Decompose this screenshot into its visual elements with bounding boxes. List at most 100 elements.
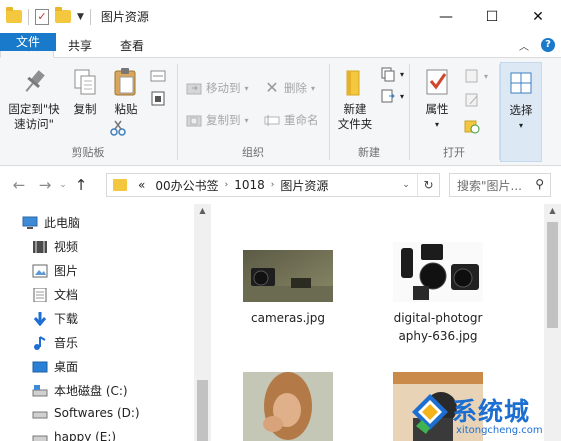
file-item[interactable]: digital-photogr aphy-636.jpg — [377, 242, 499, 345]
folder-icon — [113, 179, 127, 191]
nav-item-drive-d[interactable]: Softwares (D:) — [32, 406, 140, 420]
scroll-up-icon[interactable]: ▲ — [544, 206, 561, 215]
nav-item-label: happy (E:) — [54, 430, 117, 441]
drive-icon — [32, 430, 48, 441]
pin-to-quick-access-button[interactable]: 固定到"快 速访问" — [4, 66, 64, 132]
tab-share[interactable]: 共享 — [54, 33, 106, 57]
pc-icon — [22, 216, 38, 230]
nav-item-drive-e[interactable]: happy (E:) — [32, 430, 116, 441]
organize-group-label: 组织 — [242, 146, 264, 159]
nav-item-this-pc[interactable]: 此电脑 — [22, 214, 80, 231]
scissors-icon — [110, 120, 126, 136]
minimize-button[interactable]: — — [423, 0, 469, 33]
file-name-line1: digital-photogr — [393, 311, 483, 325]
scrollbar-thumb[interactable] — [547, 222, 558, 328]
properties-button[interactable]: 属性 ▾ — [416, 66, 458, 132]
properties-icon — [421, 66, 453, 98]
search-icon[interactable]: ⚲ — [535, 177, 544, 191]
nav-item-label: 视频 — [54, 240, 79, 254]
nav-item-desktop[interactable]: 桌面 — [32, 358, 78, 375]
back-button[interactable]: ← — [8, 176, 30, 194]
divider — [28, 8, 29, 25]
forward-button[interactable]: → — [34, 176, 56, 194]
customize-toolbar-dropdown-icon[interactable]: ▼ — [77, 12, 84, 22]
new-folder-label-line2: 文件夹 — [337, 117, 373, 131]
paste-label: 粘贴 — [114, 102, 138, 116]
address-history-dropdown[interactable]: ⌄ — [397, 174, 415, 196]
paste-button[interactable]: 粘贴 — [108, 66, 144, 117]
tab-file[interactable]: 文件 — [0, 33, 56, 51]
scroll-up-icon[interactable]: ▲ — [194, 206, 211, 215]
copy-icon — [69, 66, 101, 98]
new-folder-quick-icon[interactable] — [55, 7, 71, 23]
music-icon — [32, 335, 48, 350]
copy-label: 复制 — [73, 102, 97, 116]
documents-icon — [32, 287, 48, 302]
chevron-down-icon: ▾ — [400, 69, 405, 79]
copy-path-button[interactable] — [150, 68, 166, 84]
move-to-button[interactable]: 移动到 ▾ — [186, 80, 249, 96]
history-button[interactable] — [464, 118, 480, 134]
window-title: 图片资源 — [100, 10, 149, 24]
easy-access-button[interactable]: ▾ — [380, 88, 404, 104]
ribbon: 固定到"快 速访问" 复制 粘贴 剪贴板 移动到 ▾ 复制到 ▾ ✕ 删除 ▾ … — [0, 58, 561, 166]
paste-shortcut-button[interactable] — [150, 90, 166, 106]
breadcrumb-overflow[interactable]: « — [133, 178, 150, 192]
help-icon[interactable]: ? — [541, 38, 555, 52]
nav-item-videos[interactable]: 视频 — [32, 238, 78, 255]
nav-item-label: 本地磁盘 (C:) — [54, 384, 128, 398]
tab-view[interactable]: 查看 — [106, 33, 158, 57]
new-folder-label-line1: 新建 — [343, 102, 367, 116]
easy-access-icon — [380, 88, 396, 104]
chevron-down-icon: ▾ — [244, 83, 249, 93]
search-input[interactable]: 搜索"图片... ⚲ — [449, 173, 551, 197]
pin-label-line2: 速访问" — [14, 117, 54, 131]
recent-locations-dropdown[interactable]: ⌄ — [56, 180, 70, 190]
nav-item-drive-c[interactable]: 本地磁盘 (C:) — [32, 382, 128, 399]
chevron-down-icon: ▾ — [434, 120, 439, 129]
copy-to-button[interactable]: 复制到 ▾ — [186, 112, 249, 128]
copy-button[interactable]: 复制 — [66, 66, 104, 117]
file-thumbnail — [243, 372, 333, 441]
download-icon — [32, 311, 48, 326]
file-item[interactable] — [227, 372, 349, 441]
open-icon — [464, 68, 480, 84]
nav-item-downloads[interactable]: 下载 — [32, 310, 78, 327]
refresh-icon[interactable]: ↻ — [417, 174, 439, 196]
nav-item-music[interactable]: 音乐 — [32, 334, 78, 351]
pin-label-line1: 固定到"快 — [8, 102, 60, 116]
nav-scrollbar[interactable]: ▲ — [194, 204, 211, 441]
breadcrumb-item[interactable]: 1018 — [229, 178, 270, 192]
new-group: 新建 文件夹 ▾ ▾ 新建 — [330, 62, 408, 162]
desktop-icon — [32, 360, 48, 374]
select-button[interactable]: 选择 ▾ — [503, 67, 539, 133]
new-group-label: 新建 — [358, 146, 380, 159]
collapse-ribbon-icon[interactable]: ︿ — [519, 38, 529, 53]
file-item[interactable]: cameras.jpg — [227, 250, 349, 327]
rename-label: 重命名 — [284, 113, 319, 127]
delete-button[interactable]: ✕ 删除 ▾ — [264, 80, 315, 96]
breadcrumb-item[interactable]: 图片资源 — [275, 177, 333, 194]
cut-button[interactable] — [110, 120, 126, 136]
nav-item-documents[interactable]: 文档 — [32, 286, 78, 303]
new-item-button[interactable]: ▾ — [380, 66, 404, 82]
edit-button[interactable] — [464, 92, 480, 108]
chevron-down-icon: ▾ — [400, 91, 405, 101]
clipboard-group: 固定到"快 速访问" 复制 粘贴 剪贴板 — [0, 62, 176, 162]
breadcrumb-item[interactable]: 00办公书签 — [150, 177, 223, 194]
open-button[interactable]: ▾ — [464, 68, 488, 84]
nav-item-label: 下载 — [54, 312, 79, 326]
address-bar[interactable]: « 00办公书签 › 1018 › 图片资源 ⌄ ↻ — [106, 173, 440, 197]
up-button[interactable]: ↑ — [70, 176, 92, 194]
copy-path-icon — [150, 68, 166, 84]
scrollbar-thumb[interactable] — [197, 380, 208, 441]
properties-check-icon[interactable]: ✓ — [35, 8, 49, 25]
chevron-down-icon: ▾ — [244, 115, 249, 125]
new-folder-button[interactable]: 新建 文件夹 — [332, 66, 378, 132]
rename-button[interactable]: 重命名 — [264, 112, 319, 128]
file-thumbnail — [243, 250, 333, 302]
nav-item-pictures[interactable]: 图片 — [32, 262, 78, 279]
close-button[interactable]: ✕ — [515, 0, 561, 33]
pin-icon — [18, 66, 50, 98]
maximize-button[interactable]: ☐ — [469, 0, 515, 33]
